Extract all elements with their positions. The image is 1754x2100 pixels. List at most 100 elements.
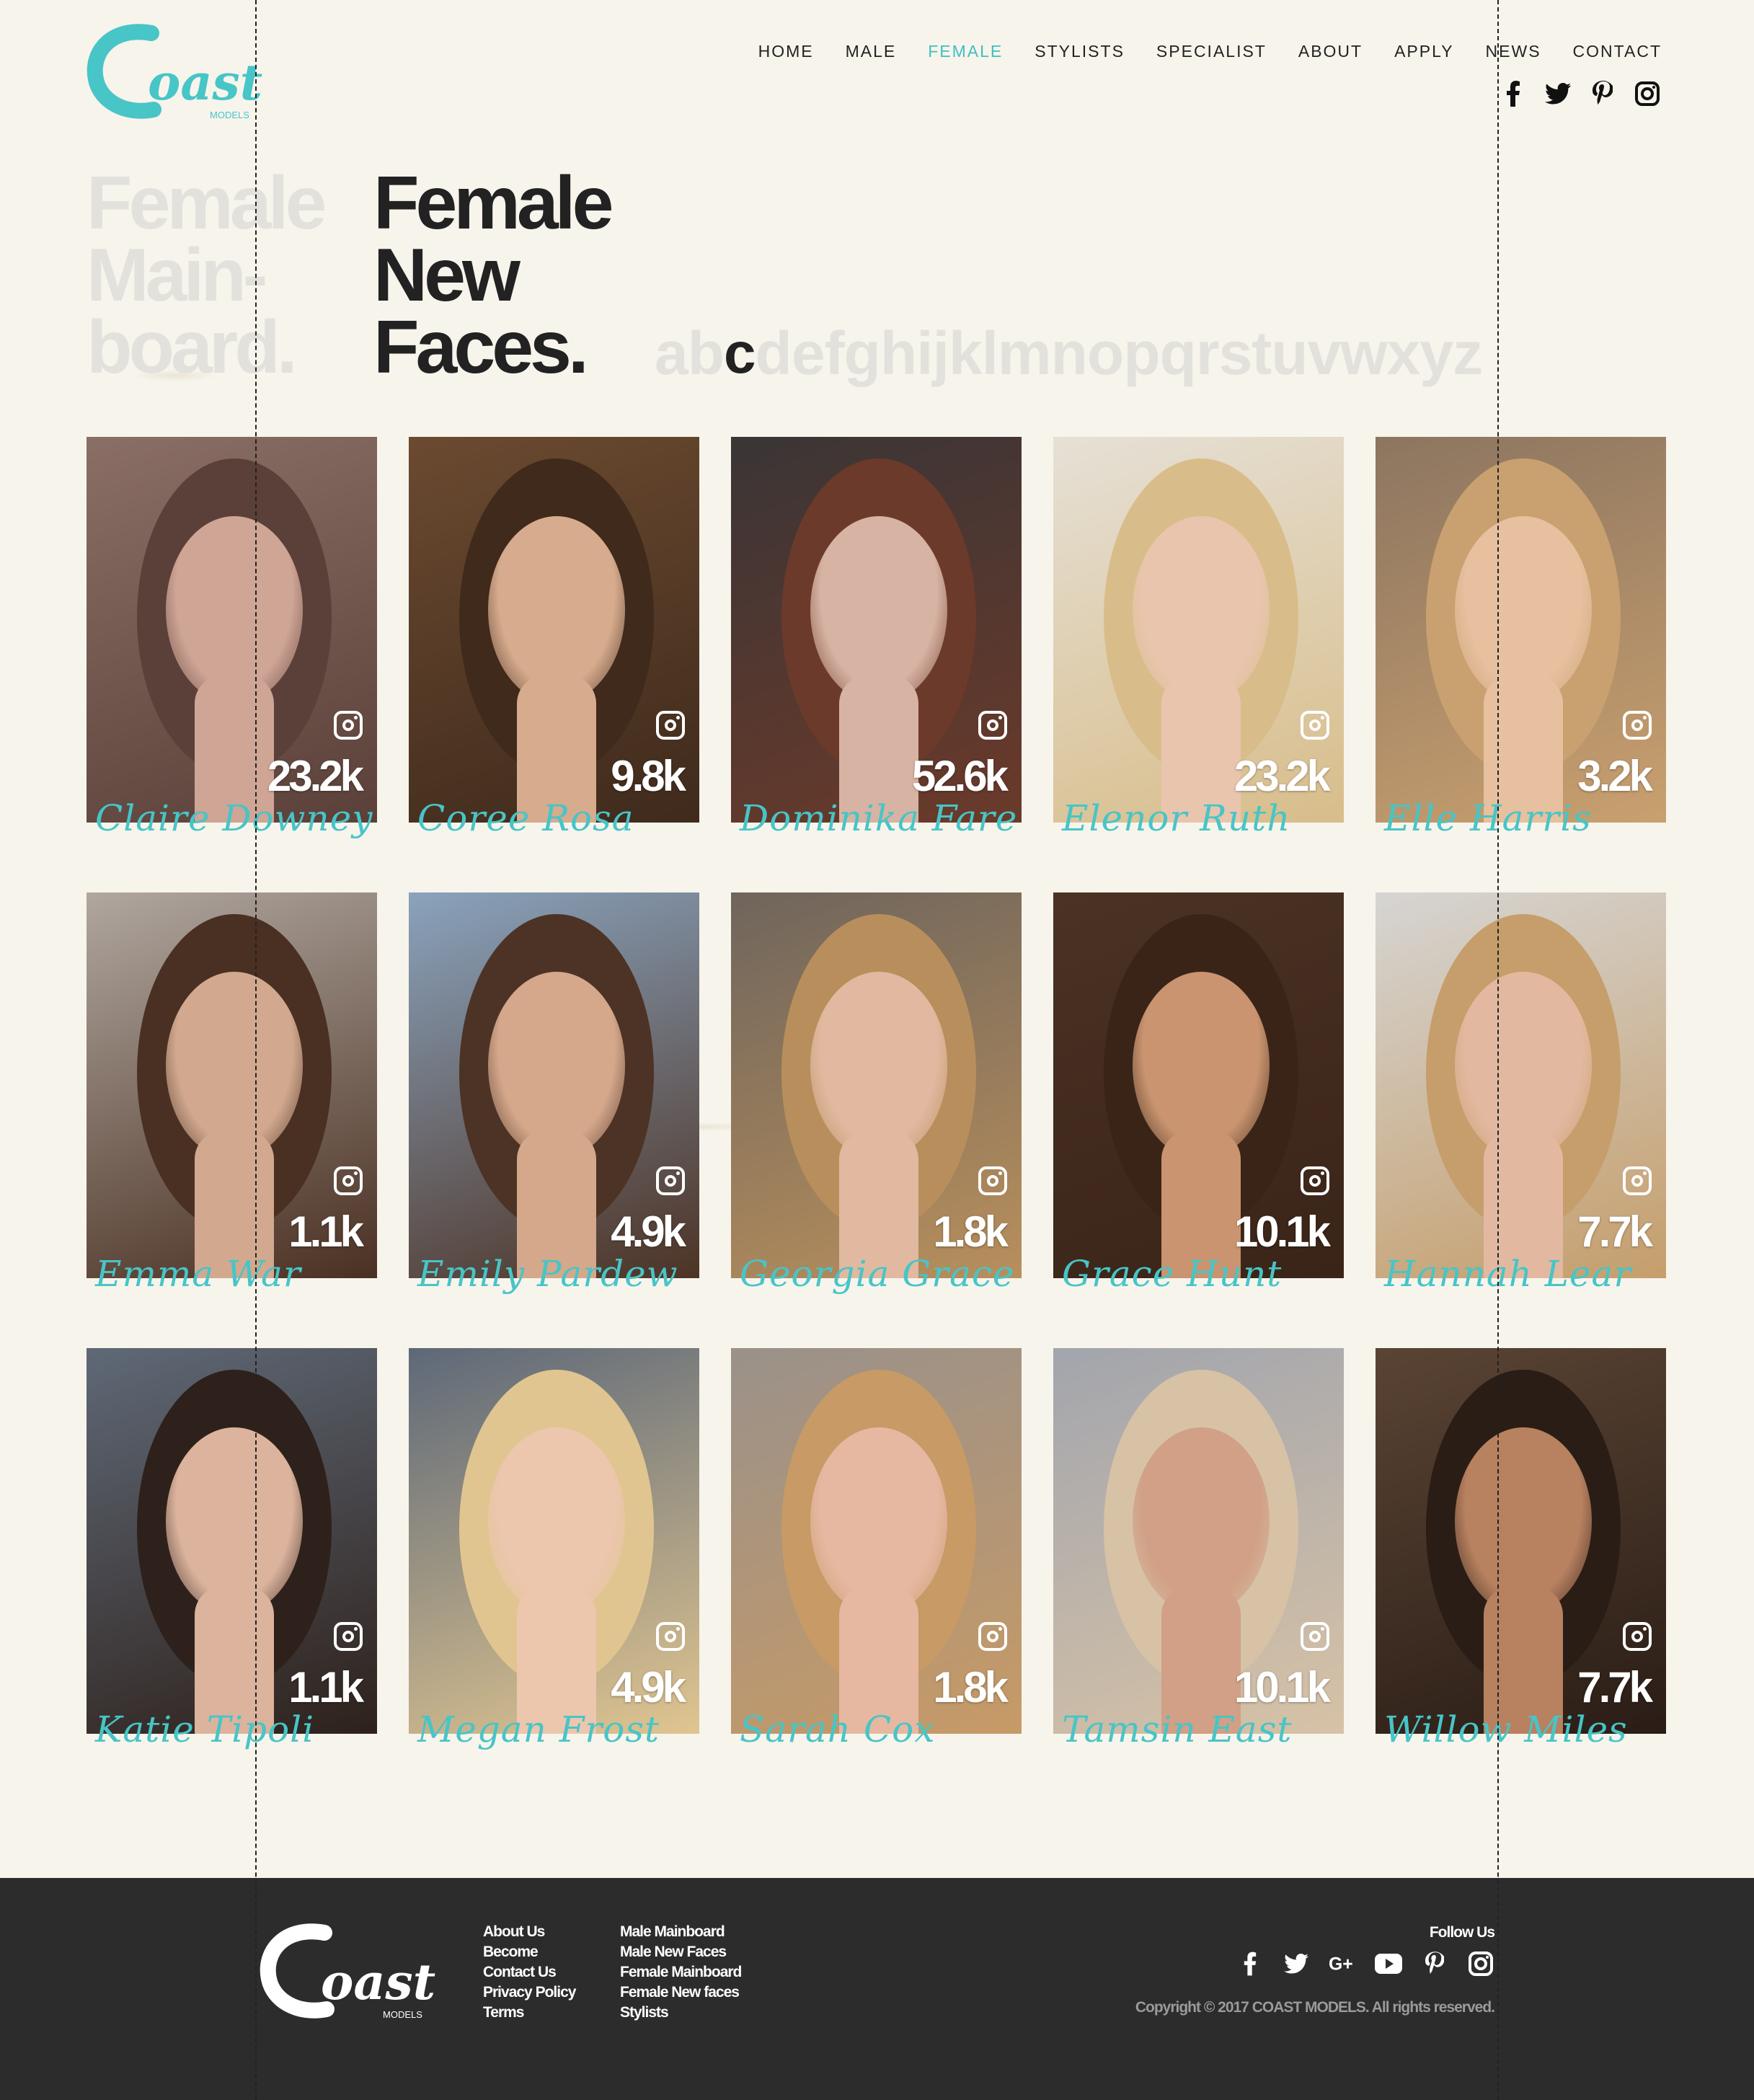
model-card[interactable]: 52.6k Dominika Fare: [731, 437, 1022, 839]
alphabet-letter-d[interactable]: d: [756, 317, 792, 389]
pinterest-icon[interactable]: [1421, 1950, 1448, 1977]
alphabet-letter-i[interactable]: i: [916, 317, 933, 389]
model-photo[interactable]: 1.8k: [731, 1348, 1022, 1734]
model-card[interactable]: 1.1k Emma War: [87, 892, 377, 1295]
model-photo[interactable]: 7.7k: [1376, 1348, 1666, 1734]
alphabet-letter-m[interactable]: m: [998, 317, 1052, 389]
instagram-icon[interactable]: [656, 1622, 685, 1651]
model-name[interactable]: Katie Tipoli: [95, 1709, 314, 1750]
alphabet-letter-y[interactable]: y: [1419, 317, 1453, 389]
model-photo[interactable]: 23.2k: [87, 437, 377, 823]
nav-home[interactable]: HOME: [758, 42, 814, 61]
alphabet-letter-x[interactable]: x: [1387, 317, 1421, 389]
footer-link-terms[interactable]: Terms: [483, 2005, 575, 2021]
model-card[interactable]: 23.2k Claire Downey: [87, 437, 377, 839]
instagram-icon[interactable]: [1623, 711, 1652, 740]
footer-link-male-new-faces[interactable]: Male New Faces: [620, 1944, 741, 1960]
model-photo[interactable]: 9.8k: [409, 437, 699, 823]
footer-link-about[interactable]: About Us: [483, 1924, 575, 1940]
footer-link-female-new-faces[interactable]: Female New faces: [620, 1985, 741, 2001]
nav-about[interactable]: ABOUT: [1298, 42, 1363, 61]
model-card[interactable]: 1.8k Sarah Cox: [731, 1348, 1022, 1750]
model-photo[interactable]: 3.2k: [1376, 437, 1666, 823]
instagram-icon[interactable]: [978, 1622, 1007, 1651]
instagram-icon[interactable]: [334, 1166, 363, 1195]
model-card[interactable]: 4.9k Megan Frost: [409, 1348, 699, 1750]
model-name[interactable]: Dominika Fare: [740, 797, 1017, 839]
twitter-icon[interactable]: [1283, 1950, 1310, 1977]
model-name[interactable]: Hannah Lear: [1384, 1253, 1631, 1295]
instagram-icon[interactable]: [1467, 1950, 1494, 1977]
instagram-icon[interactable]: [334, 711, 363, 740]
facebook-icon[interactable]: [1236, 1950, 1264, 1977]
model-name[interactable]: Elenor Ruth: [1062, 797, 1290, 839]
pinterest-icon[interactable]: [1590, 81, 1616, 107]
alphabet-letter-k[interactable]: k: [949, 317, 983, 389]
model-name[interactable]: Sarah Cox: [740, 1709, 935, 1750]
alphabet-letter-w[interactable]: w: [1340, 317, 1387, 389]
nav-contact[interactable]: CONTACT: [1573, 42, 1662, 61]
facebook-icon[interactable]: [1500, 81, 1526, 107]
instagram-icon[interactable]: [978, 1166, 1007, 1195]
nav-specialist[interactable]: SPECIALIST: [1156, 42, 1267, 61]
model-photo[interactable]: 10.1k: [1053, 1348, 1344, 1734]
footer-link-become[interactable]: Become: [483, 1944, 575, 1960]
alphabet-letter-u[interactable]: u: [1271, 317, 1308, 389]
alphabet-letter-j[interactable]: j: [933, 317, 949, 389]
alphabet-letter-o[interactable]: o: [1087, 317, 1124, 389]
alphabet-letter-q[interactable]: q: [1160, 317, 1197, 389]
alphabet-letter-t[interactable]: t: [1252, 317, 1272, 389]
model-card[interactable]: 3.2k Elle Harris: [1376, 437, 1666, 839]
alphabet-letter-e[interactable]: e: [792, 317, 825, 389]
mainboard-title-ghost[interactable]: Female Main- board.: [87, 166, 375, 385]
alphabet-letter-h[interactable]: h: [880, 317, 917, 389]
model-photo[interactable]: 52.6k: [731, 437, 1022, 823]
nav-male[interactable]: MALE: [846, 42, 897, 61]
model-card[interactable]: 4.9k Emily Pardew: [409, 892, 699, 1295]
model-photo[interactable]: 1.8k: [731, 892, 1022, 1278]
site-logo[interactable]: oast MODELS: [83, 23, 263, 124]
model-name[interactable]: Megan Frost: [417, 1709, 660, 1750]
nav-female[interactable]: FEMALE: [928, 42, 1003, 61]
nav-news[interactable]: NEWS: [1486, 42, 1541, 61]
model-name[interactable]: Emma War: [95, 1253, 301, 1295]
alphabet-letter-g[interactable]: g: [844, 317, 881, 389]
model-photo[interactable]: 4.9k: [409, 892, 699, 1278]
alphabet-letter-p[interactable]: p: [1123, 317, 1160, 389]
instagram-icon[interactable]: [1623, 1166, 1652, 1195]
model-photo[interactable]: 23.2k: [1053, 437, 1344, 823]
instagram-icon[interactable]: [656, 1166, 685, 1195]
model-photo[interactable]: 1.1k: [87, 892, 377, 1278]
instagram-icon[interactable]: [1301, 711, 1329, 740]
nav-stylists[interactable]: STYLISTS: [1035, 42, 1125, 61]
nav-apply[interactable]: APPLY: [1394, 42, 1453, 61]
model-name[interactable]: Grace Hunt: [1062, 1253, 1282, 1295]
instagram-icon[interactable]: [1301, 1622, 1329, 1651]
model-card[interactable]: 7.7k Hannah Lear: [1376, 892, 1666, 1295]
model-card[interactable]: 10.1k Grace Hunt: [1053, 892, 1344, 1295]
instagram-icon[interactable]: [334, 1622, 363, 1651]
alphabet-letter-s[interactable]: s: [1219, 317, 1253, 389]
model-card[interactable]: 7.7k Willow Miles: [1376, 1348, 1666, 1750]
instagram-icon[interactable]: [656, 711, 685, 740]
footer-link-contact[interactable]: Contact Us: [483, 1964, 575, 1980]
alphabet-letter-a[interactable]: a: [655, 317, 688, 389]
model-photo[interactable]: 10.1k: [1053, 892, 1344, 1278]
footer-link-privacy[interactable]: Privacy Policy: [483, 1985, 576, 2001]
instagram-icon[interactable]: [1634, 81, 1660, 107]
model-card[interactable]: 1.8k Georgia Grace: [731, 892, 1022, 1295]
model-name[interactable]: Coree Rosa: [417, 797, 634, 839]
youtube-icon[interactable]: [1375, 1950, 1402, 1977]
model-name[interactable]: Claire Downey: [95, 797, 373, 839]
alphabet-letter-n[interactable]: n: [1051, 317, 1088, 389]
model-name[interactable]: Elle Harris: [1384, 797, 1592, 839]
alphabet-letter-b[interactable]: b: [688, 317, 725, 389]
instagram-icon[interactable]: [1623, 1622, 1652, 1651]
google-plus-icon[interactable]: G+: [1329, 1950, 1356, 1977]
model-card[interactable]: 1.1k Katie Tipoli: [87, 1348, 377, 1750]
model-photo[interactable]: 4.9k: [409, 1348, 699, 1734]
alphabet-letter-v[interactable]: v: [1308, 317, 1342, 389]
instagram-icon[interactable]: [1301, 1166, 1329, 1195]
model-photo[interactable]: 1.1k: [87, 1348, 377, 1734]
alphabet-letter-r[interactable]: r: [1196, 317, 1220, 389]
